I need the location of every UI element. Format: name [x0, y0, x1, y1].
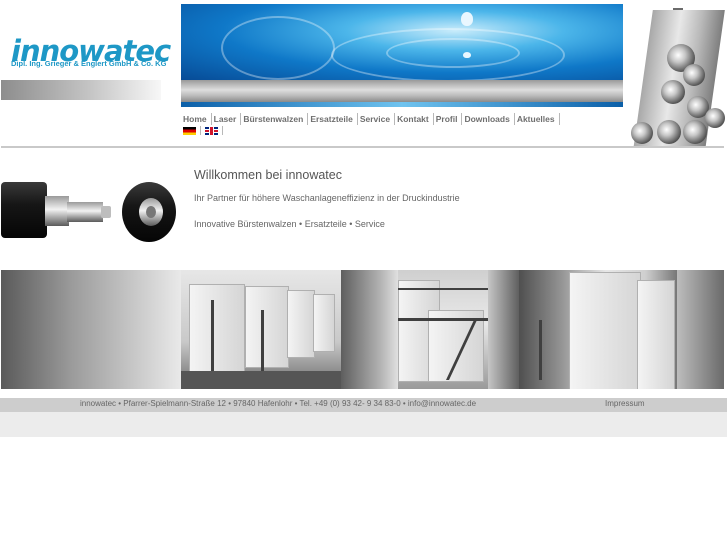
strip-gradient-panel — [341, 270, 398, 389]
content-area — [1, 146, 724, 272]
impressum-link[interactable]: Impressum — [605, 399, 645, 408]
strip-gradient-panel — [488, 270, 519, 389]
language-switcher — [183, 126, 223, 135]
brush-roller-image — [1, 182, 176, 242]
de-flag-icon[interactable] — [183, 126, 196, 135]
uk-flag-icon[interactable] — [205, 126, 218, 135]
strip-gradient-panel — [1, 270, 181, 389]
partner-text: Ihr Partner für höhere Waschanlageneffiz… — [194, 193, 460, 203]
services-text: Innovative Bürstenwalzen • Ersatzteile •… — [194, 219, 385, 229]
nav-item-kontakt[interactable]: Kontakt — [395, 113, 434, 125]
welcome-heading: Willkommen bei innowatec — [194, 168, 342, 182]
photo-strip — [1, 270, 724, 389]
press-platform-photo — [398, 270, 488, 389]
logo[interactable]: innowatec Dipl. Ing. Grieger & Englert G… — [1, 4, 180, 80]
footer-contact: innowatec • Pfarrer-Spielmann-Straße 12 … — [80, 399, 477, 408]
page-frame: innowatec Dipl. Ing. Grieger & Englert G… — [0, 0, 727, 437]
header-metal-bar — [181, 80, 623, 102]
nav-item-downloads[interactable]: Downloads — [462, 113, 515, 125]
nav-item-aktuelles[interactable]: Aktuelles — [515, 113, 560, 125]
footer-bottom-band — [0, 412, 727, 437]
strip-gradient-panel — [677, 270, 724, 389]
language-divider — [222, 126, 223, 135]
nav-item-profil[interactable]: Profil — [434, 113, 463, 125]
header-divider — [181, 102, 623, 107]
machine-image — [623, 4, 725, 146]
printing-press-photo — [181, 270, 341, 389]
nav-item-home[interactable]: Home — [181, 113, 212, 125]
language-divider — [200, 126, 201, 135]
nav-item-ersatzteile[interactable]: Ersatzteile — [308, 113, 358, 125]
header-water-image — [181, 4, 623, 80]
press-unit-photo — [519, 270, 677, 389]
nav-item-buerstenwalzen[interactable]: Bürstenwalzen — [241, 113, 309, 125]
main-nav: Home Laser Bürstenwalzen Ersatzteile Ser… — [181, 112, 560, 126]
logo-subtitle: Dipl. Ing. Grieger & Englert GmbH & Co. … — [11, 59, 167, 68]
nav-item-service[interactable]: Service — [358, 113, 396, 125]
footer: innowatec • Pfarrer-Spielmann-Straße 12 … — [0, 398, 727, 412]
logo-gradient-bar — [1, 80, 161, 100]
nav-item-laser[interactable]: Laser — [212, 113, 242, 125]
